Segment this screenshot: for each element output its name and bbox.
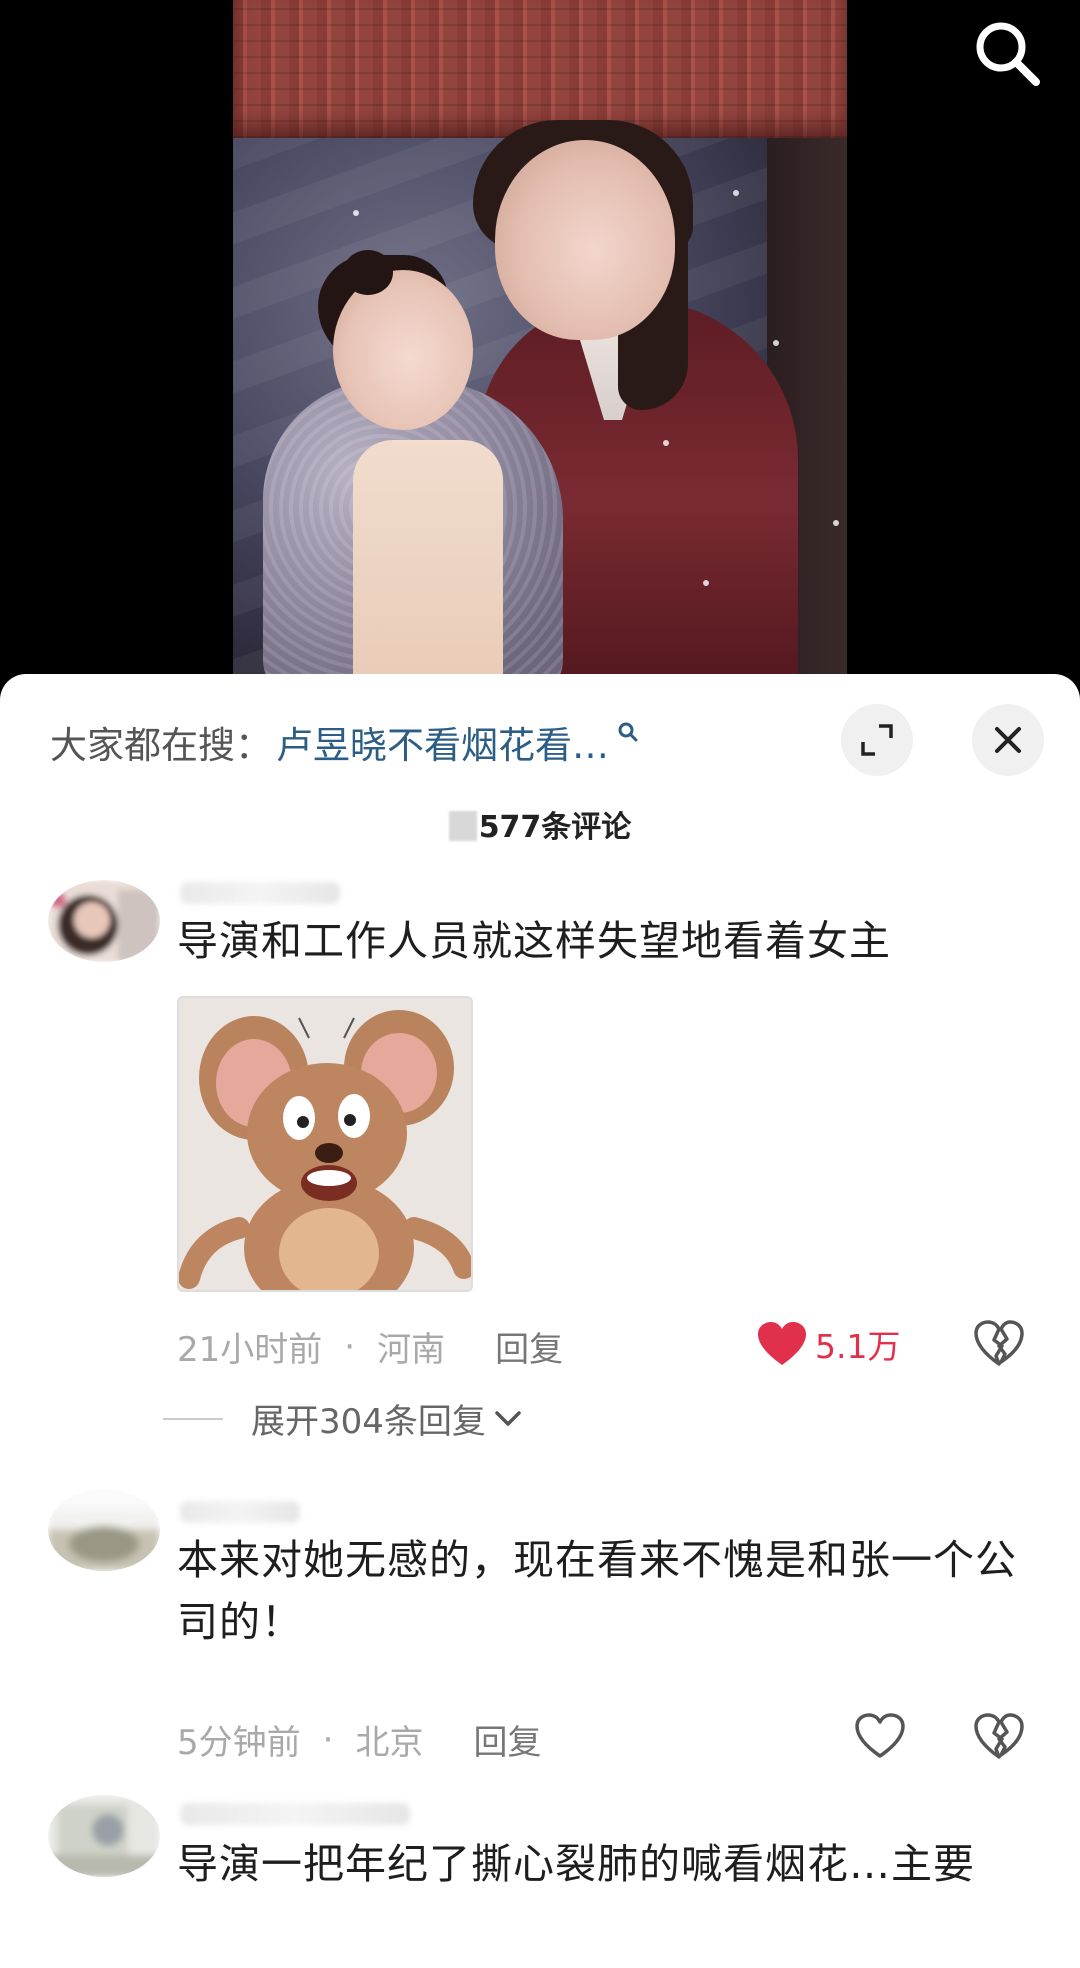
video-curtain (233, 0, 847, 138)
comment-image-sticker[interactable] (177, 996, 473, 1292)
hot-search-label: 大家都在搜： (50, 724, 272, 767)
comment-time: 21小时前 (177, 1330, 323, 1370)
comments-sheet: 大家都在搜： 卢昱晓不看烟花看… 577条评论 导演和工作人员就这样失望地看着女… (0, 674, 1080, 1968)
username-blurred[interactable] (180, 882, 340, 904)
meta-separator: · (322, 1719, 334, 1760)
video-frame[interactable] (233, 0, 847, 690)
snowflake (833, 520, 839, 526)
search-icon (618, 722, 638, 742)
comment-text: 导演一把年纪了撕心裂肺的喊看烟花…主要 (177, 1840, 975, 1888)
comment-meta: 21小时前 · 河南 回复 (177, 1322, 563, 1371)
like-count: 5.1万 (815, 1327, 901, 1366)
heart-outline-icon (855, 1713, 905, 1758)
comment-meta: 5分钟前 · 北京 回复 (177, 1715, 541, 1764)
expand-icon (861, 724, 893, 756)
comment-text: 本来对她无感的，现在看来不愧是和张一个公司的！ (177, 1536, 1017, 1646)
woman-figure-bun (343, 250, 393, 295)
expand-replies-button[interactable]: 展开304条回复 (163, 1394, 522, 1443)
snowflake (773, 340, 779, 346)
snowflake (663, 440, 669, 446)
broken-heart-icon (974, 1713, 1024, 1759)
jerry-mouse-sticker (179, 998, 471, 1290)
comment-location: 北京 (355, 1723, 424, 1763)
dislike-button[interactable] (974, 1320, 1024, 1370)
reply-button[interactable]: 回复 (495, 1322, 563, 1371)
heart-filled-icon (758, 1322, 806, 1365)
dislike-button[interactable] (974, 1713, 1024, 1763)
like-button[interactable] (855, 1713, 905, 1759)
blurred-digit (448, 811, 477, 841)
video-player[interactable] (0, 0, 1080, 690)
hot-search-term[interactable]: 卢昱晓不看烟花看… (276, 715, 609, 769)
meta-separator: · (344, 1326, 356, 1367)
username-blurred[interactable] (180, 1803, 410, 1825)
divider-line (163, 1417, 223, 1420)
comment-text: 导演和工作人员就这样失望地看着女主 (177, 917, 891, 965)
avatar-blurred-image (48, 1489, 160, 1571)
woman-figure-face (333, 270, 473, 430)
man-figure-face (495, 140, 675, 340)
expand-fullscreen-button[interactable] (841, 704, 913, 776)
reply-button[interactable]: 回复 (473, 1715, 541, 1764)
close-button[interactable] (972, 704, 1044, 776)
broken-heart-icon (974, 1320, 1024, 1366)
comment-count: 577条评论 (0, 802, 1080, 846)
search-icon (976, 22, 1040, 86)
woman-figure-dress (353, 440, 503, 690)
snowflake (703, 580, 709, 586)
comment-count-text: 577条评论 (478, 810, 632, 845)
avatar-blurred-image (48, 880, 160, 962)
chevron-down-icon (495, 1410, 521, 1426)
snowflake (733, 190, 739, 196)
comment-location: 河南 (377, 1330, 446, 1370)
expand-replies-label: 展开304条回复 (251, 1402, 486, 1442)
avatar[interactable] (48, 880, 160, 962)
hot-search-bar[interactable]: 大家都在搜： 卢昱晓不看烟花看… (50, 712, 639, 772)
comment-time: 5分钟前 (177, 1723, 301, 1763)
username-blurred[interactable] (180, 1501, 300, 1523)
avatar-blurred-image (48, 1795, 160, 1877)
snowflake (353, 210, 359, 216)
close-icon (995, 727, 1021, 753)
avatar[interactable] (48, 1795, 160, 1877)
like-button[interactable]: 5.1万 (757, 1320, 900, 1368)
avatar[interactable] (48, 1489, 160, 1571)
search-button[interactable] (968, 14, 1048, 94)
